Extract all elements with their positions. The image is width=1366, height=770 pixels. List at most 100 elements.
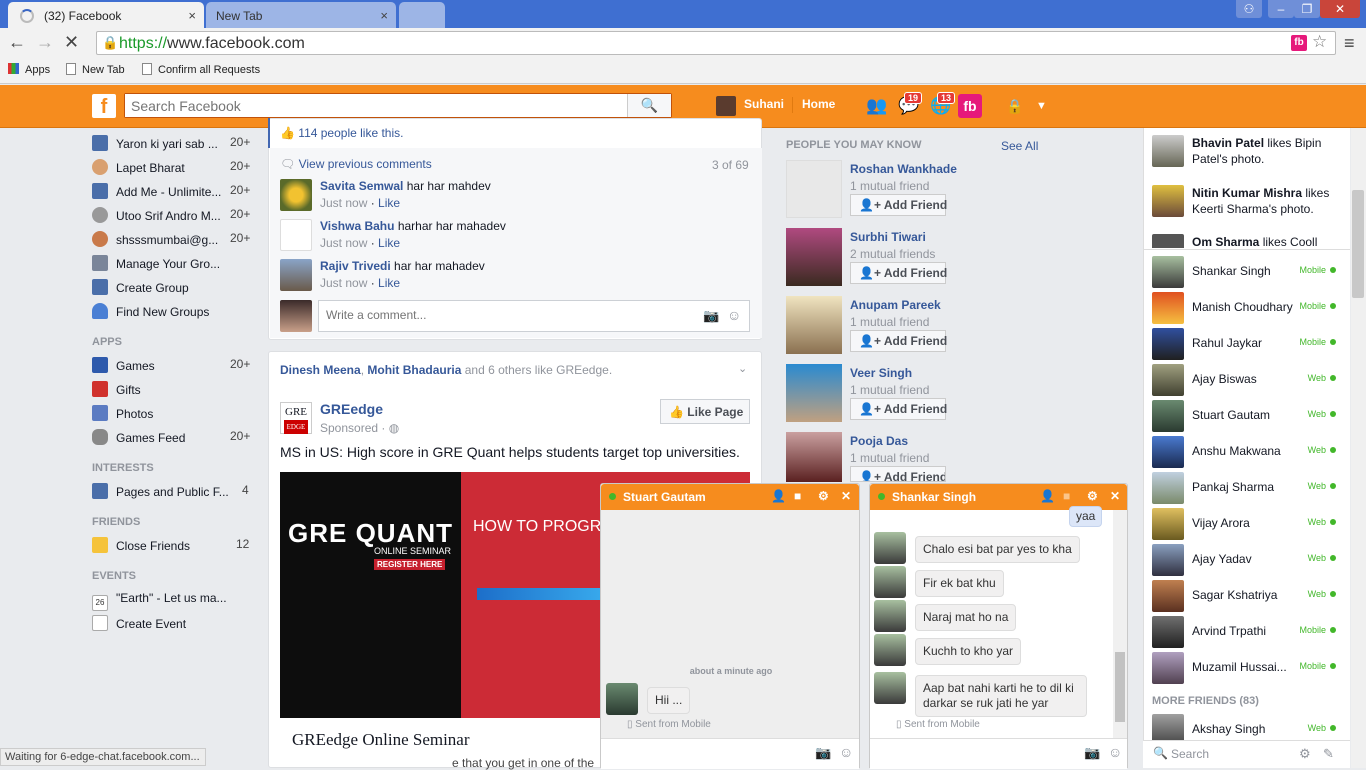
left-nav-pages-feed[interactable]: Pages and Public F... 4: [92, 483, 262, 507]
chat-contact[interactable]: Anshu Makwana Web: [1152, 434, 1344, 470]
pymk-photo[interactable]: [786, 364, 842, 422]
fb-app-icon[interactable]: fb: [958, 94, 982, 118]
pymk-mutual[interactable]: 1 mutual friend: [850, 383, 929, 397]
ticker-item[interactable]: Om Sharma likes Cooll: [1152, 234, 1342, 248]
pymk-mutual[interactable]: 1 mutual friend: [850, 315, 929, 329]
chat-input-box[interactable]: 📷 ☺: [870, 738, 1127, 769]
add-friend-to-chat-icon[interactable]: 👤: [1040, 489, 1055, 503]
search-box[interactable]: 🔍: [124, 93, 672, 118]
facebook-logo-icon[interactable]: f: [92, 94, 116, 118]
comment-like-link[interactable]: Like: [378, 196, 400, 210]
restore-icon[interactable]: ❐: [1294, 0, 1320, 18]
video-call-icon[interactable]: ■: [1063, 489, 1070, 503]
chat-contact[interactable]: Akshay Singh Web: [1152, 712, 1344, 740]
emoji-icon[interactable]: ☺: [1108, 744, 1122, 760]
pymk-see-all[interactable]: See All: [1001, 139, 1038, 153]
pymk-name[interactable]: Surbhi Tiwari: [850, 230, 926, 244]
friend-link[interactable]: Mohit Bhadauria: [367, 363, 461, 377]
gear-icon[interactable]: ⚙: [1299, 746, 1311, 762]
pymk-photo[interactable]: [786, 228, 842, 286]
emoji-icon[interactable]: ☺: [727, 307, 741, 323]
close-tab-icon[interactable]: ×: [188, 8, 196, 23]
chat-contact[interactable]: Arvind Trpathi Mobile: [1152, 614, 1344, 650]
chat-window-header[interactable]: Stuart Gautam 👤 ■ ⚙ ✕: [601, 484, 859, 510]
chat-search-bar[interactable]: 🔍 Search ⚙ ✎: [1143, 740, 1350, 768]
left-nav-event[interactable]: 26 "Earth" - Let us ma...: [92, 591, 262, 615]
add-friend-button[interactable]: 👤+ Add Friend: [850, 466, 946, 482]
privacy-lock-icon[interactable]: 🔒: [1006, 98, 1023, 115]
contact-avatar[interactable]: [874, 532, 906, 564]
forward-icon[interactable]: →: [36, 32, 54, 53]
find-groups-link[interactable]: Find New Groups: [92, 303, 262, 327]
ad-caption-title[interactable]: GREedge Online Seminar: [292, 730, 470, 750]
profile-link[interactable]: Suhani: [744, 97, 784, 111]
emoji-icon[interactable]: ☺: [839, 744, 853, 760]
create-group-link[interactable]: Create Group: [92, 279, 262, 303]
left-nav-photos[interactable]: Photos: [92, 405, 262, 429]
commenter-name[interactable]: Rajiv Trivedi: [320, 259, 391, 273]
create-event-link[interactable]: Create Event: [92, 615, 262, 639]
bookmark-confirm-requests[interactable]: Confirm all Requests: [142, 63, 260, 76]
commenter-avatar[interactable]: [280, 179, 312, 211]
camera-icon[interactable]: 📷: [703, 308, 719, 324]
profile-avatar[interactable]: [716, 96, 736, 116]
pymk-photo[interactable]: [786, 296, 842, 354]
pymk-name[interactable]: Veer Singh: [850, 366, 912, 380]
scrollbar-thumb[interactable]: [1352, 190, 1364, 298]
chat-contact[interactable]: Muzamil Hussai... Mobile: [1152, 650, 1344, 686]
add-friend-button[interactable]: 👤+ Add Friend: [850, 330, 947, 352]
view-previous-comments[interactable]: 🗨 View previous comments: [280, 157, 432, 171]
add-friend-button[interactable]: 👤+ Add Friend: [850, 194, 947, 216]
add-friend-button[interactable]: 👤+ Add Friend: [850, 398, 947, 420]
ad-image-left[interactable]: GRE QUANT ONLINE SEMINAR REGISTER HERE: [280, 472, 461, 718]
gear-icon[interactable]: ⚙: [1087, 489, 1098, 503]
gear-icon[interactable]: ⚙: [818, 489, 829, 503]
comment-like-link[interactable]: Like: [378, 236, 400, 250]
pymk-name[interactable]: Pooja Das: [850, 434, 908, 448]
chat-contact[interactable]: Ajay Biswas Web: [1152, 362, 1344, 398]
chat-contact[interactable]: Stuart Gautam Web: [1152, 398, 1344, 434]
chat-scrollbar[interactable]: [1113, 510, 1127, 738]
video-call-icon[interactable]: ■: [794, 489, 801, 503]
likes-summary[interactable]: 👍 114 people like this.: [280, 126, 403, 140]
pymk-name[interactable]: Roshan Wankhade: [850, 162, 957, 176]
bookmark-apps[interactable]: Apps: [8, 63, 50, 76]
chat-contact[interactable]: Manish Choudhary Mobile: [1152, 290, 1344, 326]
chat-search-input[interactable]: Search: [1171, 747, 1209, 761]
comment-like-link[interactable]: Like: [378, 276, 400, 290]
pymk-mutual[interactable]: 2 mutual friends: [850, 247, 935, 261]
left-nav-group[interactable]: Yaron ki yari sab ... 20+: [92, 135, 262, 159]
stop-icon[interactable]: ✕: [64, 32, 79, 53]
write-comment-box[interactable]: 📷 ☺: [318, 300, 750, 332]
chat-contact[interactable]: Ajay Yadav Web: [1152, 542, 1344, 578]
new-tab-button[interactable]: [399, 2, 445, 28]
chat-contact[interactable]: Pankaj Sharma Web: [1152, 470, 1344, 506]
tab-new-tab[interactable]: New Tab ×: [206, 2, 396, 28]
pymk-photo[interactable]: [786, 432, 842, 482]
camera-icon[interactable]: 📷: [1084, 745, 1100, 761]
story-options-chevron-icon[interactable]: ⌄: [738, 362, 747, 375]
like-page-button[interactable]: 👍 Like Page: [660, 399, 750, 424]
chat-window-title[interactable]: Shankar Singh: [892, 490, 976, 504]
commenter-name[interactable]: Vishwa Bahu: [320, 219, 394, 233]
commenter-avatar[interactable]: [280, 259, 312, 291]
commenter-avatar[interactable]: [280, 219, 312, 251]
home-link[interactable]: Home: [802, 97, 835, 111]
comment-time[interactable]: Just now: [320, 236, 367, 250]
address-bar[interactable]: 🔒 https://www.facebook.com fb ☆: [96, 31, 1336, 55]
camera-icon[interactable]: 📷: [815, 745, 831, 761]
pymk-photo[interactable]: [786, 160, 842, 218]
pymk-mutual[interactable]: 1 mutual friend: [850, 451, 929, 465]
contact-avatar[interactable]: [606, 683, 638, 715]
left-nav-close-friends[interactable]: Close Friends 12: [92, 537, 262, 561]
search-icon[interactable]: 🔍: [627, 94, 671, 117]
chat-contact[interactable]: Shankar Singh Mobile: [1152, 254, 1344, 290]
close-tab-icon[interactable]: ×: [380, 8, 388, 23]
search-input[interactable]: [125, 94, 625, 117]
menu-icon[interactable]: ≡: [1344, 33, 1355, 54]
page-logo[interactable]: GRE EDGE: [280, 402, 312, 434]
left-nav-group[interactable]: Lapet Bharat 20+: [92, 159, 262, 183]
close-icon[interactable]: ✕: [841, 489, 851, 503]
left-nav-games-feed[interactable]: Games Feed 20+: [92, 429, 262, 453]
pymk-mutual[interactable]: 1 mutual friend: [850, 179, 929, 193]
